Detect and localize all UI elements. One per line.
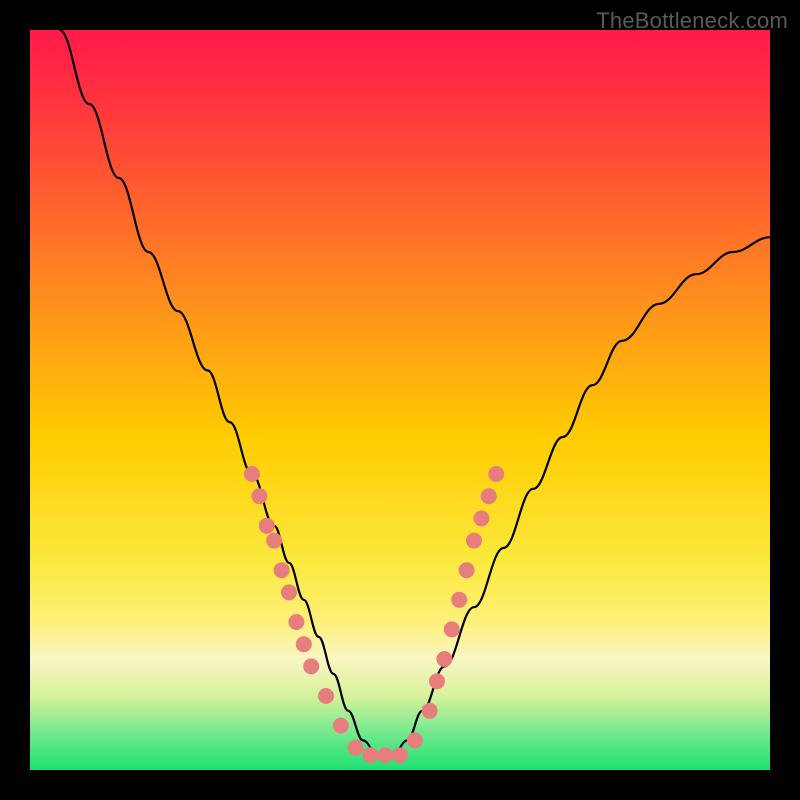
data-point xyxy=(244,466,260,482)
data-point xyxy=(377,747,393,763)
bottleneck-curve xyxy=(60,30,770,755)
data-point xyxy=(318,688,334,704)
data-point xyxy=(266,533,282,549)
data-point xyxy=(274,562,290,578)
curve-layer xyxy=(30,30,770,770)
chart-container: TheBottleneck.com xyxy=(0,0,800,800)
data-point xyxy=(348,740,364,756)
data-point xyxy=(459,562,475,578)
data-point xyxy=(466,533,482,549)
data-point xyxy=(422,703,438,719)
data-point xyxy=(473,510,489,526)
data-point xyxy=(436,651,452,667)
data-point xyxy=(481,488,497,504)
plot-area xyxy=(30,30,770,770)
data-point xyxy=(303,658,319,674)
data-point xyxy=(281,584,297,600)
data-point xyxy=(451,592,467,608)
data-point xyxy=(362,747,378,763)
data-points xyxy=(244,466,504,763)
data-point xyxy=(444,621,460,637)
data-point xyxy=(429,673,445,689)
data-point xyxy=(488,466,504,482)
data-point xyxy=(288,614,304,630)
data-point xyxy=(259,518,275,534)
data-point xyxy=(392,747,408,763)
data-point xyxy=(333,718,349,734)
data-point xyxy=(407,732,423,748)
data-point xyxy=(251,488,267,504)
data-point xyxy=(296,636,312,652)
watermark-text: TheBottleneck.com xyxy=(596,8,788,34)
